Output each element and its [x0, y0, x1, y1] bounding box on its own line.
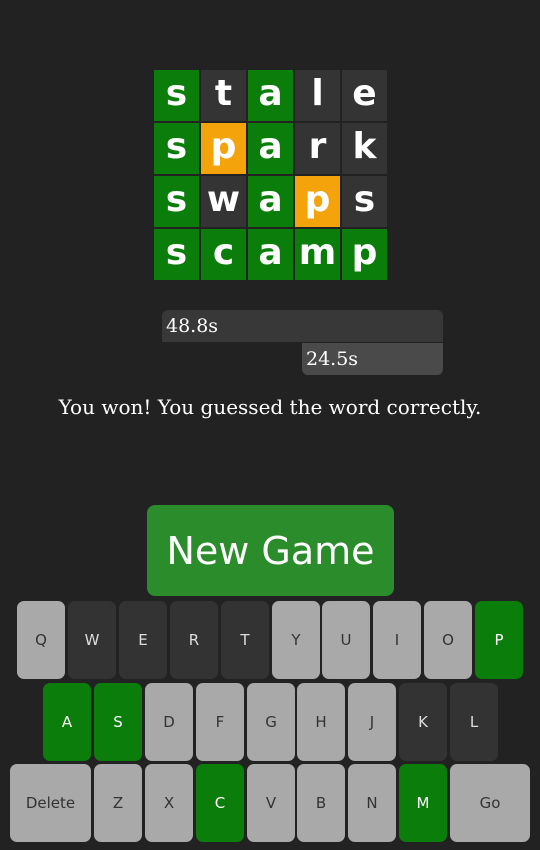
key-j[interactable]: J — [348, 683, 396, 761]
key-p[interactable]: P — [475, 601, 523, 679]
letter-tile: a — [248, 229, 293, 280]
key-a[interactable]: A — [43, 683, 91, 761]
key-i[interactable]: I — [373, 601, 421, 679]
board-row: spark — [154, 123, 387, 174]
letter-tile: p — [295, 176, 340, 227]
letter-tile: l — [295, 70, 340, 121]
letter-tile: w — [201, 176, 246, 227]
delete-button[interactable]: Delete — [10, 764, 91, 842]
new-game-button[interactable]: New Game — [147, 505, 394, 596]
key-x[interactable]: X — [145, 764, 193, 842]
letter-tile: s — [154, 176, 199, 227]
key-e[interactable]: E — [119, 601, 167, 679]
key-w[interactable]: W — [68, 601, 116, 679]
current-time-bar: 24.5s — [302, 343, 443, 375]
game-board: stalesparkswapsscamp — [154, 70, 387, 282]
key-t[interactable]: T — [221, 601, 269, 679]
key-b[interactable]: B — [297, 764, 345, 842]
key-o[interactable]: O — [424, 601, 472, 679]
go-button[interactable]: Go — [450, 764, 530, 842]
key-g[interactable]: G — [247, 683, 295, 761]
key-v[interactable]: V — [247, 764, 295, 842]
key-c[interactable]: C — [196, 764, 244, 842]
total-time-bar: 48.8s — [162, 310, 443, 342]
board-row: scamp — [154, 229, 387, 280]
key-z[interactable]: Z — [94, 764, 142, 842]
key-y[interactable]: Y — [272, 601, 320, 679]
letter-tile: r — [295, 123, 340, 174]
letter-tile: s — [154, 229, 199, 280]
key-n[interactable]: N — [348, 764, 396, 842]
key-l[interactable]: L — [450, 683, 498, 761]
letter-tile: c — [201, 229, 246, 280]
letter-tile: e — [342, 70, 387, 121]
key-k[interactable]: K — [399, 683, 447, 761]
board-row: swaps — [154, 176, 387, 227]
key-r[interactable]: R — [170, 601, 218, 679]
letter-tile: a — [248, 70, 293, 121]
key-h[interactable]: H — [297, 683, 345, 761]
letter-tile: t — [201, 70, 246, 121]
letter-tile: p — [342, 229, 387, 280]
letter-tile: s — [154, 123, 199, 174]
letter-tile: a — [248, 123, 293, 174]
key-f[interactable]: F — [196, 683, 244, 761]
letter-tile: m — [295, 229, 340, 280]
letter-tile: p — [201, 123, 246, 174]
result-message: You won! You guessed the word correctly. — [58, 395, 482, 419]
key-q[interactable]: Q — [17, 601, 65, 679]
board-row: stale — [154, 70, 387, 121]
key-u[interactable]: U — [322, 601, 370, 679]
letter-tile: k — [342, 123, 387, 174]
letter-tile: a — [248, 176, 293, 227]
key-m[interactable]: M — [399, 764, 447, 842]
letter-tile: s — [154, 70, 199, 121]
letter-tile: s — [342, 176, 387, 227]
key-s[interactable]: S — [94, 683, 142, 761]
key-d[interactable]: D — [145, 683, 193, 761]
